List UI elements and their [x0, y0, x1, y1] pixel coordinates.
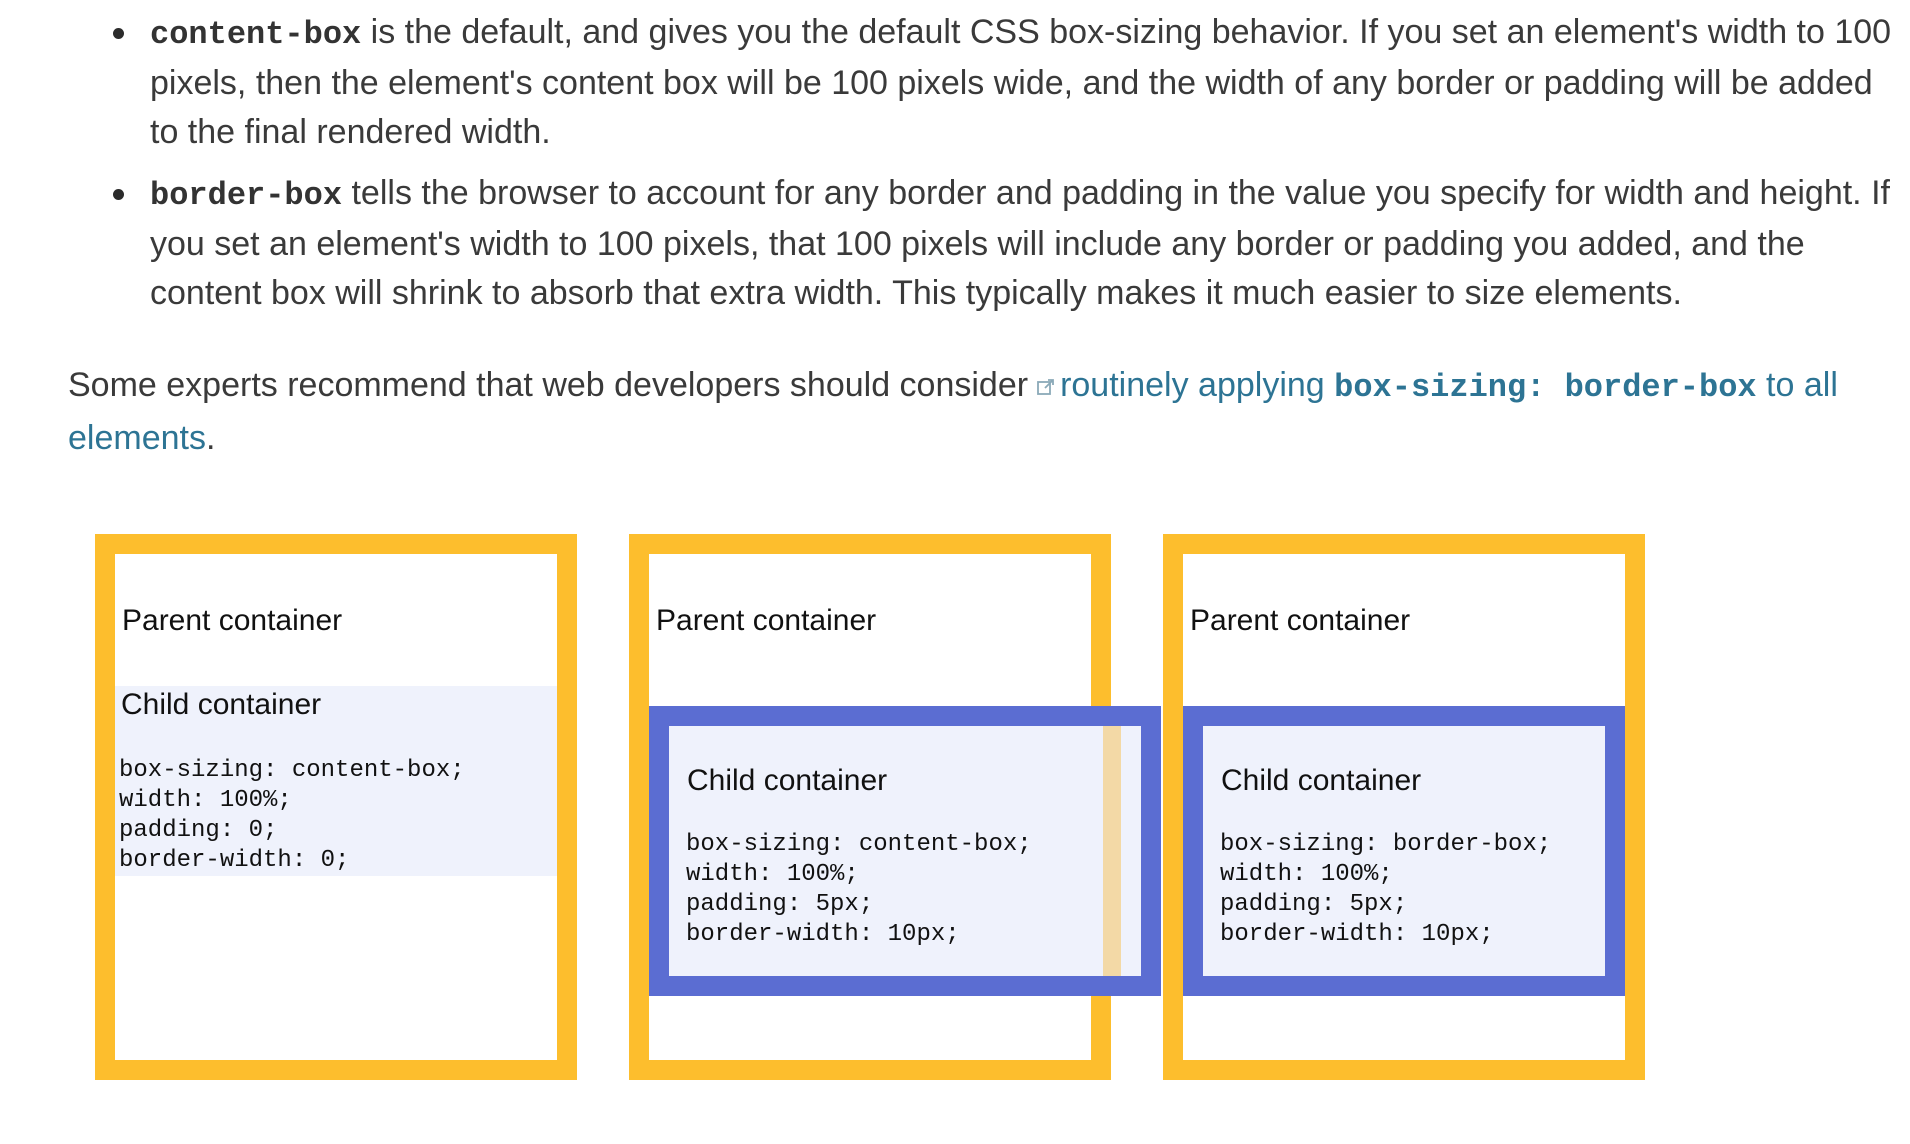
child-css-code: box-sizing: content-box; width: 100%; pa…	[686, 831, 1032, 948]
parent-container-label: Parent container	[656, 604, 877, 637]
box-sizing-bullet-list: content-box is the default, and gives yo…	[110, 8, 1900, 330]
parent-container-label: Parent container	[1190, 604, 1411, 637]
child-container-box-2: Child container box-sizing: content-box;…	[649, 706, 1161, 996]
child-container-label: Child container	[687, 764, 888, 797]
parent-container-box-2: Parent container Child container box-siz…	[629, 534, 1161, 1080]
child-css-code: box-sizing: content-box; width: 100%; pa…	[119, 757, 465, 874]
bullet-text: is the default, and gives you the defaul…	[150, 13, 1892, 151]
code-term-content-box: content-box	[150, 16, 362, 53]
bullet-border-box: border-box tells the browser to account …	[110, 169, 1900, 318]
child-container-label: Child container	[121, 688, 322, 721]
paragraph-lead-text: Some experts recommend that web develope…	[68, 366, 1029, 404]
child-container-box-1: Child container box-sizing: content-box;…	[115, 686, 557, 876]
parent-container-label: Parent container	[122, 604, 343, 637]
child-container-box-3: Child container box-sizing: border-box; …	[1183, 706, 1625, 996]
paragraph-period: .	[205, 419, 216, 457]
recommendation-paragraph: Some experts recommend that web develope…	[68, 360, 1858, 463]
overflow-highlight	[1103, 726, 1121, 976]
child-container-label: Child container	[1221, 764, 1422, 797]
child-css-code: box-sizing: border-box; width: 100%; pad…	[1220, 831, 1552, 948]
external-link-icon	[1037, 379, 1054, 395]
link-code: box-sizing: border-box	[1334, 369, 1757, 406]
link-text: routinely applying	[1060, 366, 1335, 404]
bullet-text: tells the browser to account for any bor…	[150, 174, 1890, 312]
parent-container-box-3: Parent container Child container box-siz…	[1163, 534, 1645, 1080]
code-term-border-box: border-box	[150, 177, 343, 214]
parent-container-box-1: Parent container Child container box-siz…	[95, 534, 577, 1080]
bullet-content-box: content-box is the default, and gives yo…	[110, 8, 1900, 157]
